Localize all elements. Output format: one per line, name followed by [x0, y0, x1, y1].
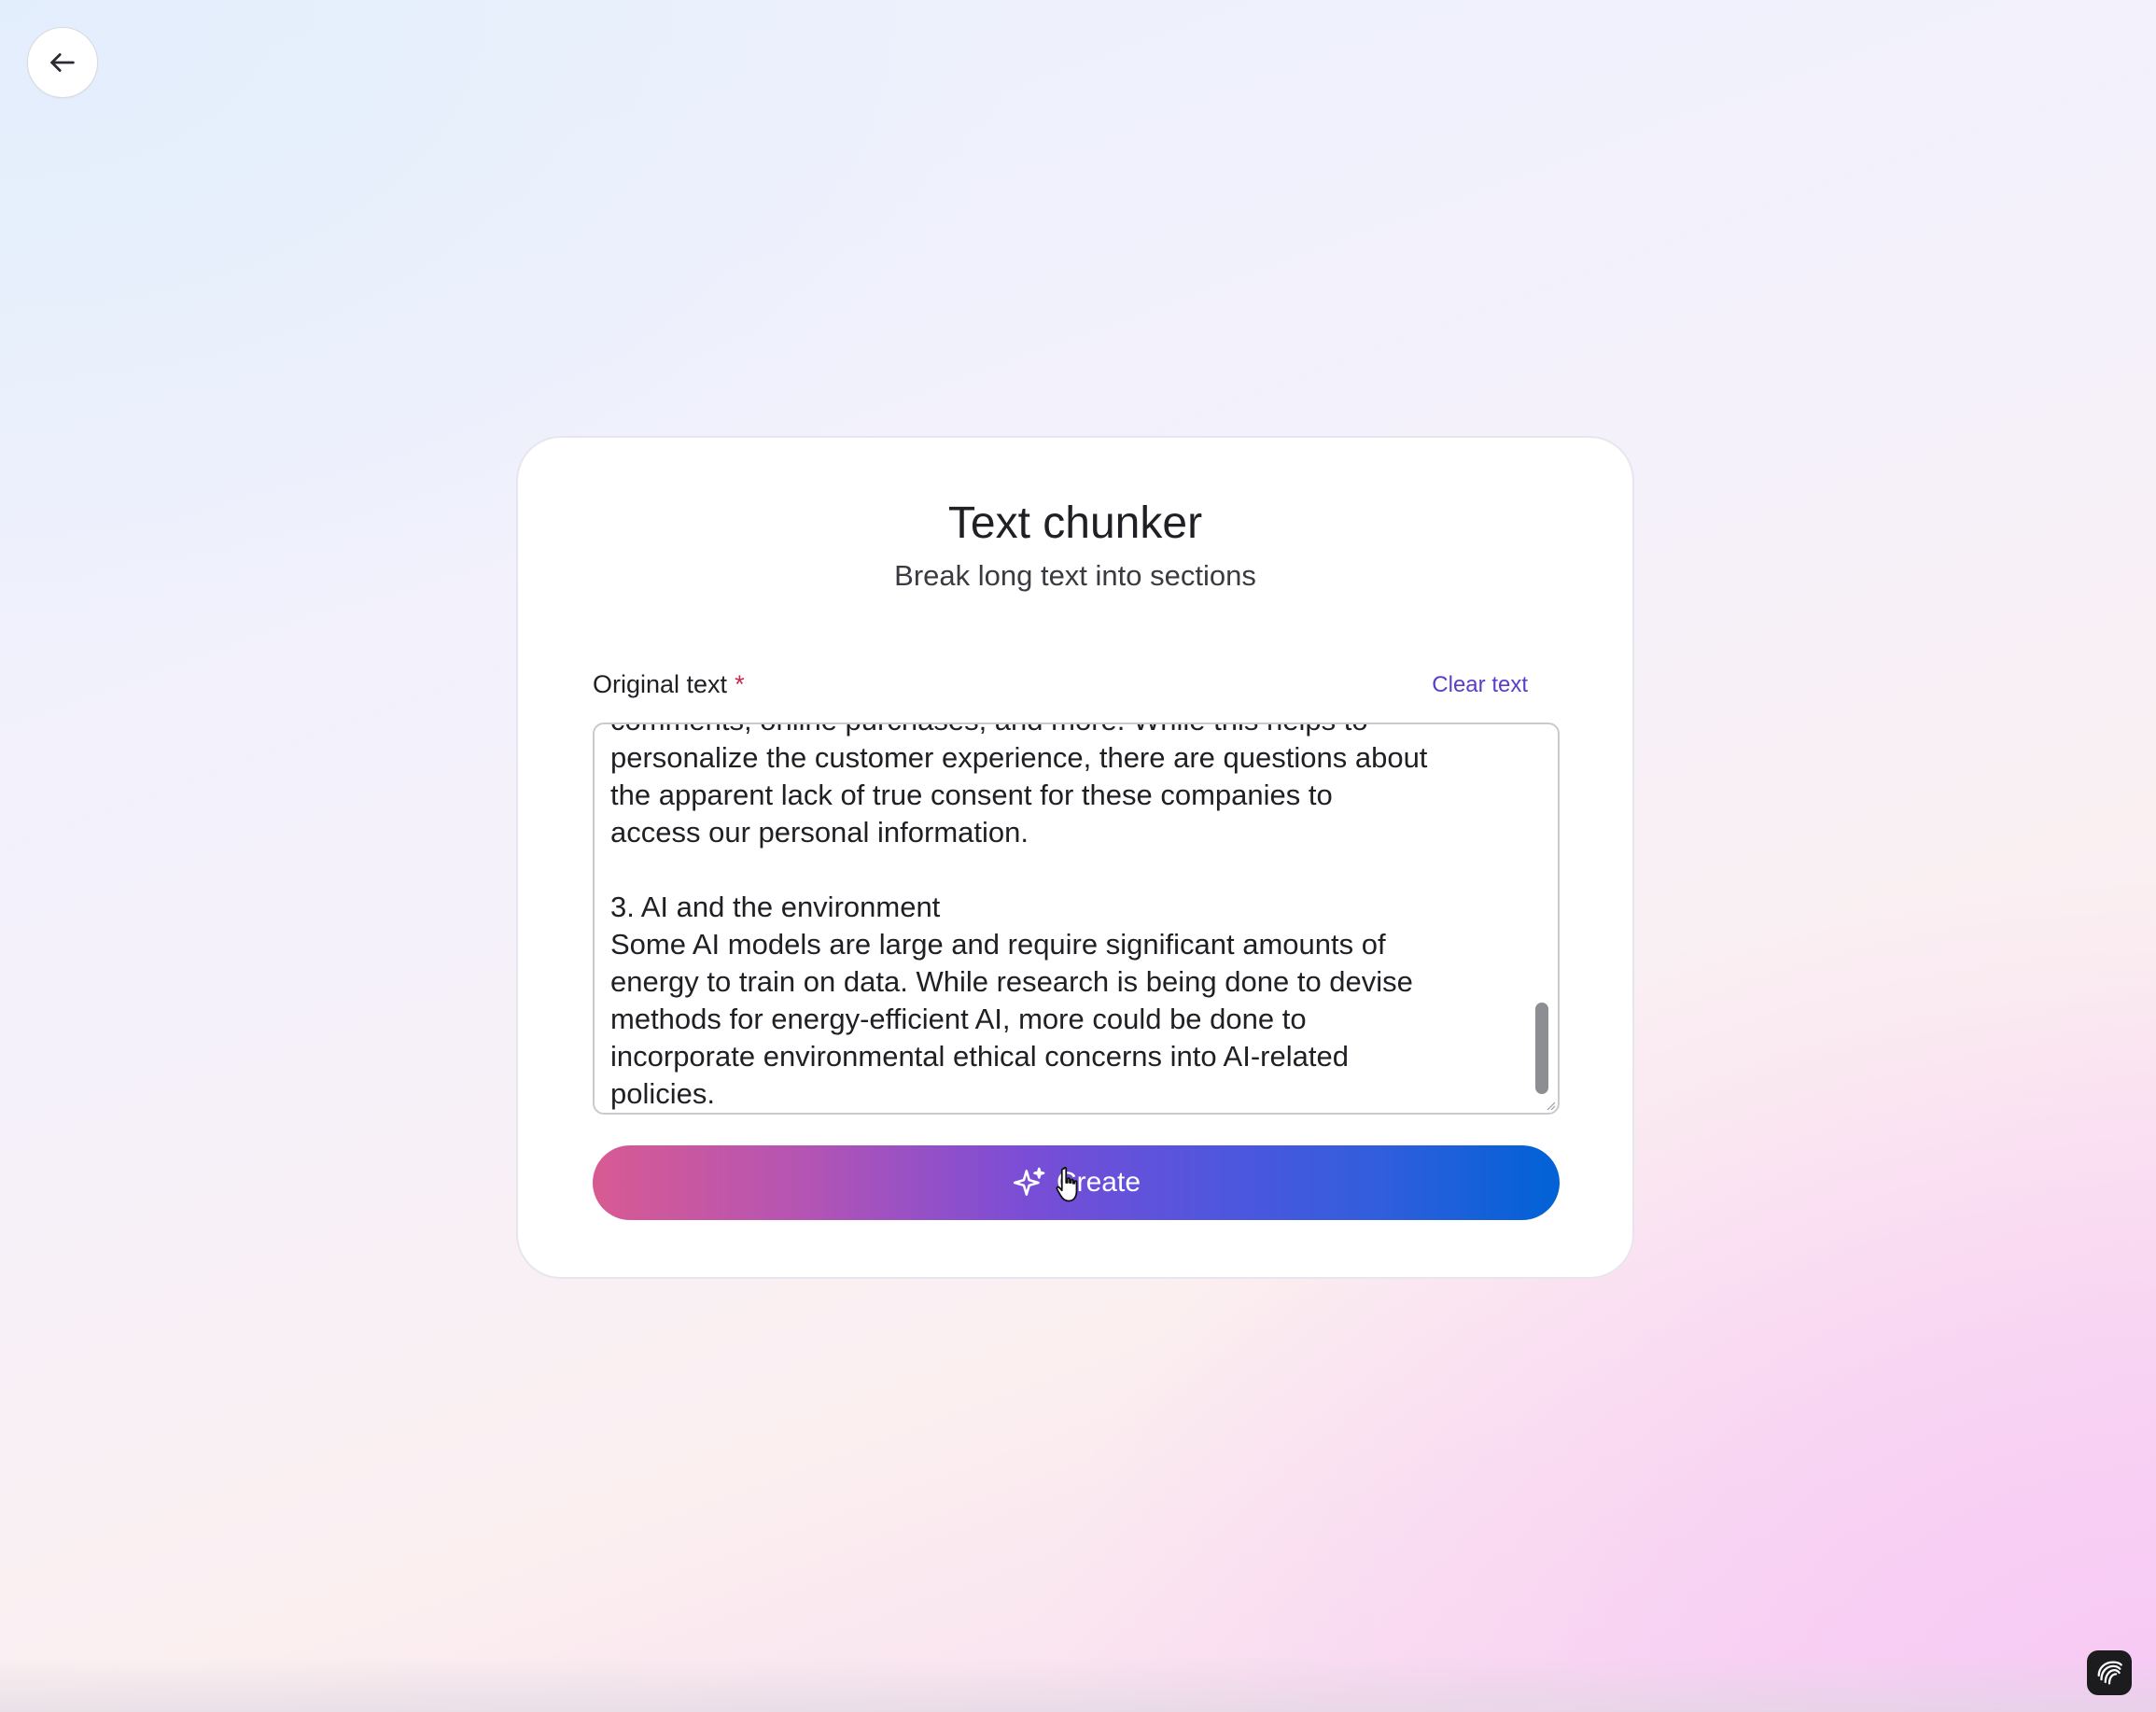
field-label-text: Original text	[593, 670, 728, 698]
text-chunker-card: Text chunker Break long text into sectio…	[516, 436, 1634, 1279]
create-button[interactable]: Create	[593, 1145, 1560, 1220]
back-button[interactable]	[27, 27, 98, 98]
resize-grip-icon[interactable]	[1545, 1100, 1556, 1111]
create-button-label: Create	[1056, 1167, 1141, 1198]
clear-text-button[interactable]: Clear text	[1432, 674, 1528, 696]
arrow-left-icon	[50, 53, 75, 72]
original-text-value: comments, online purchases, and more. Wh…	[610, 724, 1428, 1110]
required-marker: *	[735, 670, 745, 698]
swirl-logo-icon	[2097, 1661, 2122, 1685]
original-text-input[interactable]: comments, online purchases, and more. Wh…	[593, 723, 1560, 1115]
scrollbar-thumb[interactable]	[1535, 1003, 1548, 1094]
app-logo-icon[interactable]	[2087, 1650, 2132, 1695]
bottom-shade	[0, 1656, 2156, 1712]
textarea-scrollbar[interactable]	[1535, 724, 1548, 1113]
page-subtitle: Break long text into sections	[894, 559, 1256, 592]
sparkles-icon	[1013, 1167, 1045, 1196]
page-title: Text chunker	[947, 498, 1203, 548]
original-text-label: Original text *	[593, 672, 745, 697]
